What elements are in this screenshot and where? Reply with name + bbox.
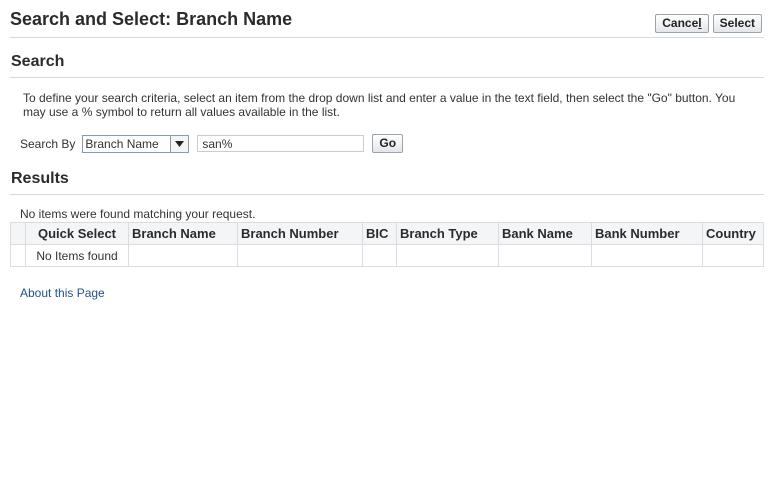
about-this-page-link[interactable]: About this Page (20, 286, 105, 300)
table-cell (128, 244, 238, 267)
search-by-selected-value: Branch Name (85, 136, 159, 151)
results-divider (10, 194, 764, 195)
search-heading: Search (11, 53, 65, 70)
title-divider (10, 37, 764, 38)
table-cell (10, 244, 26, 267)
table-cell (362, 244, 397, 267)
column-header-bic[interactable]: BIC (362, 222, 397, 245)
cancel-accesskey: l (698, 16, 702, 30)
column-header-bank-number[interactable]: Bank Number (591, 222, 703, 245)
column-header-country[interactable]: Country (702, 222, 764, 245)
table-header-row: Quick Select Branch Name Branch Number B… (10, 222, 764, 245)
select-button[interactable]: Select (712, 14, 762, 33)
table-cell (396, 244, 499, 267)
column-header-branch-number[interactable]: Branch Number (237, 222, 363, 245)
cancel-label: Cance (662, 16, 699, 30)
column-header-branch-name[interactable]: Branch Name (128, 222, 238, 245)
search-by-select[interactable]: Branch Name (82, 134, 190, 153)
go-button[interactable]: Go (372, 134, 404, 153)
table-cell (498, 244, 592, 267)
column-header-quick-select[interactable]: Quick Select (25, 222, 129, 245)
search-by-label: Search By (20, 136, 76, 151)
no-results-message: No items were found matching your reques… (20, 207, 256, 221)
search-instructions: To define your search criteria, select a… (23, 91, 736, 119)
cancel-button[interactable]: Cancel (655, 14, 709, 33)
search-divider (10, 77, 764, 78)
table-cell (591, 244, 703, 267)
results-heading: Results (11, 170, 69, 187)
table-cell (702, 244, 764, 267)
page-title: Search and Select: Branch Name (10, 9, 293, 29)
no-items-found-cell: No Items found (25, 244, 129, 267)
column-header-blank (10, 222, 26, 245)
search-row: Search By Branch Name Go (20, 134, 404, 153)
search-input[interactable] (197, 135, 365, 152)
column-header-bank-name[interactable]: Bank Name (498, 222, 592, 245)
results-table: Quick Select Branch Name Branch Number B… (10, 222, 764, 267)
table-cell (237, 244, 363, 267)
table-row: No Items found (10, 244, 764, 267)
column-header-branch-type[interactable]: Branch Type (396, 222, 499, 245)
chevron-down-icon[interactable] (170, 135, 189, 152)
header-actions: Cancel Select (655, 14, 762, 33)
